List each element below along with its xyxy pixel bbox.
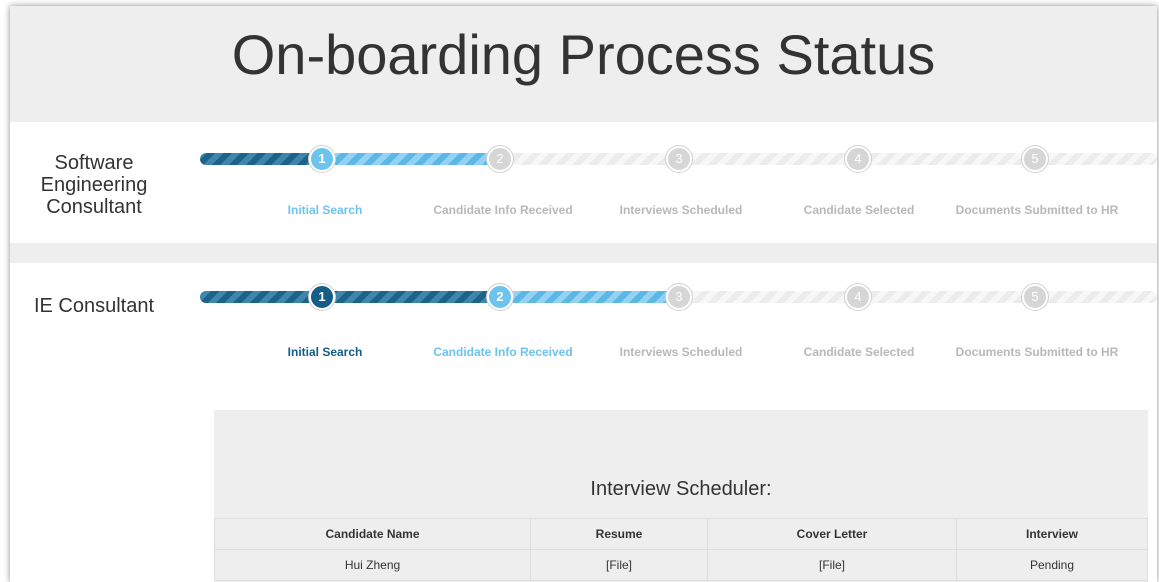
progress-fill-current — [496, 291, 671, 303]
step-3-label[interactable]: Interviews Scheduled — [620, 203, 743, 217]
row-separator — [10, 243, 1157, 263]
column-header-cover-letter: Cover Letter — [707, 518, 957, 550]
progress-fill-current — [322, 153, 490, 165]
step-4-label[interactable]: Candidate Selected — [804, 203, 915, 217]
position-row-software-engineering: Software Engineering Consultant 1 2 3 4 … — [10, 122, 1157, 243]
position-title-line: IE Consultant — [33, 295, 155, 317]
position-title-line: Software — [54, 152, 134, 174]
step-5-label[interactable]: Documents Submitted to HR — [956, 203, 1119, 217]
resume-file-link[interactable]: [File] — [530, 549, 708, 581]
table-header-row: Candidate Name Resume Cover Letter Inter… — [214, 518, 1148, 550]
candidate-name-cell: Hui Zheng — [214, 549, 531, 581]
step-1-label[interactable]: Initial Search — [288, 203, 363, 217]
column-header-candidate-name: Candidate Name — [214, 518, 531, 550]
page-title: On-boarding Process Status — [231, 23, 936, 86]
progress-fill-complete — [200, 153, 322, 165]
step-1-marker[interactable]: 1 — [309, 146, 335, 172]
step-4-marker[interactable]: 4 — [845, 146, 871, 172]
step-2-label[interactable]: Candidate Info Received — [433, 345, 572, 359]
position-title-line: Engineering — [40, 174, 148, 196]
table-row: Hui Zheng [File] [File] Pending — [214, 549, 1148, 581]
step-2-label[interactable]: Candidate Info Received — [433, 203, 572, 217]
interview-status-cell: Pending — [956, 549, 1148, 581]
step-4-marker[interactable]: 4 — [845, 284, 871, 310]
step-3-marker[interactable]: 3 — [666, 284, 692, 310]
step-3-marker[interactable]: 3 — [666, 146, 692, 172]
interview-scheduler-title: Interview Scheduler: — [590, 478, 772, 500]
position-title: IE Consultant — [24, 295, 164, 317]
step-3-label[interactable]: Interviews Scheduled — [620, 345, 743, 359]
position-title: Software Engineering Consultant — [24, 152, 164, 218]
step-2-marker[interactable]: 2 — [487, 146, 513, 172]
column-header-interview: Interview — [956, 518, 1148, 550]
step-4-label[interactable]: Candidate Selected — [804, 345, 915, 359]
step-5-label[interactable]: Documents Submitted to HR — [956, 345, 1119, 359]
interview-scheduler-panel: Interview Scheduler: Candidate Name Resu… — [214, 410, 1148, 582]
step-1-marker[interactable]: 1 — [309, 284, 335, 310]
step-5-marker[interactable]: 5 — [1022, 284, 1048, 310]
column-header-resume: Resume — [530, 518, 708, 550]
interview-scheduler-table: Candidate Name Resume Cover Letter Inter… — [214, 518, 1148, 581]
page-frame: On-boarding Process Status Software Engi… — [10, 6, 1157, 582]
progress-fill-complete — [200, 291, 496, 303]
position-title-line: Consultant — [46, 196, 142, 218]
position-row-ie-consultant: IE Consultant 1 2 3 4 5 Initial Search C… — [10, 263, 1157, 582]
page-header: On-boarding Process Status — [10, 6, 1157, 122]
step-2-marker[interactable]: 2 — [487, 284, 513, 310]
cover-letter-file-link[interactable]: [File] — [707, 549, 957, 581]
step-1-label[interactable]: Initial Search — [288, 345, 363, 359]
step-5-marker[interactable]: 5 — [1022, 146, 1048, 172]
